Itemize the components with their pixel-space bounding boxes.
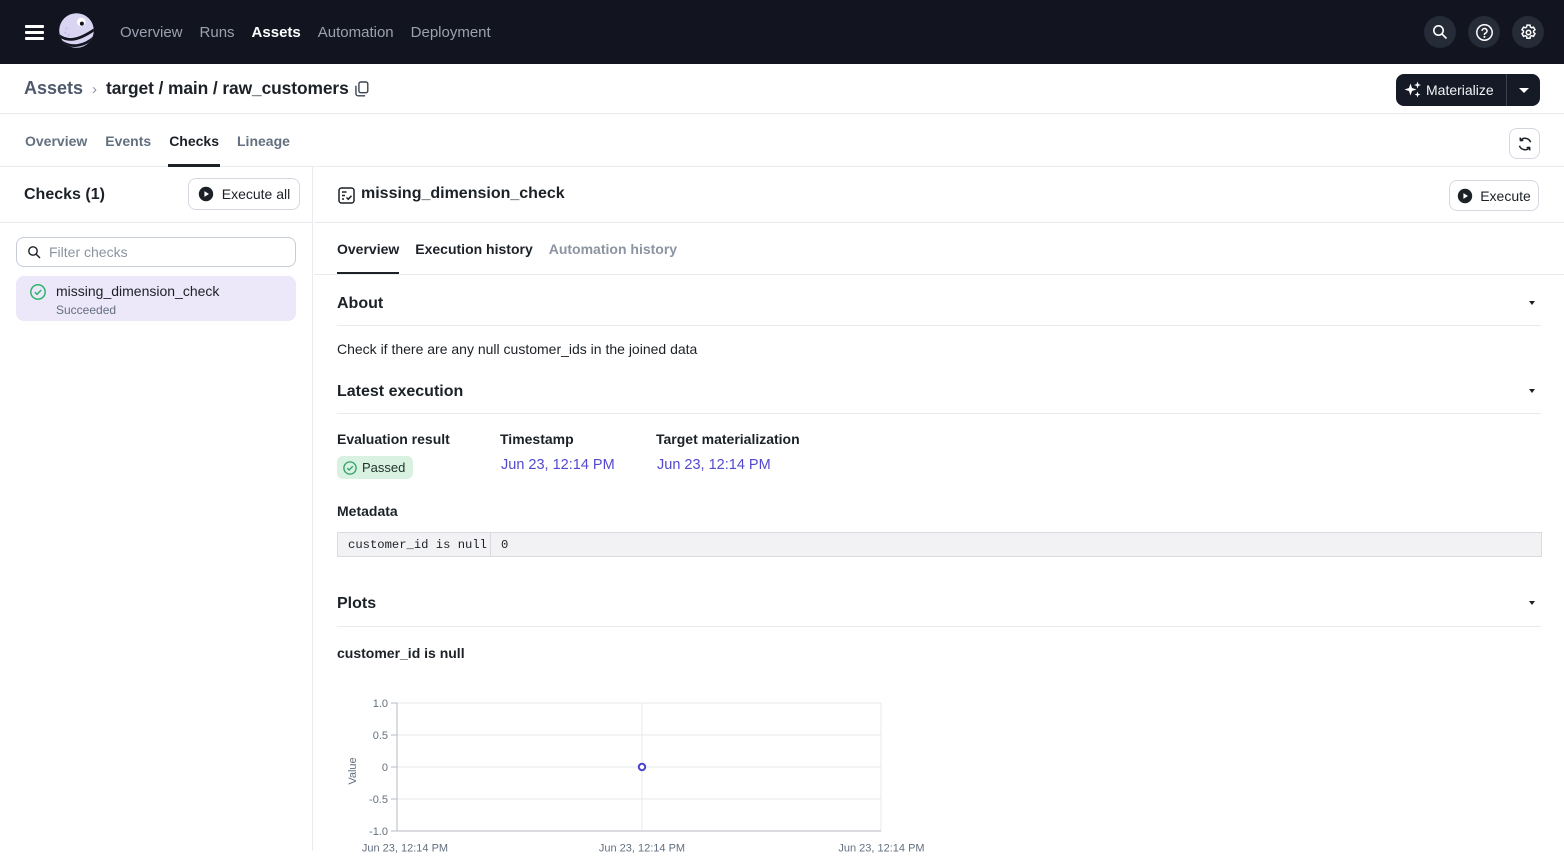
svg-text:-1.0: -1.0 [369, 826, 388, 838]
svg-text:Jun 23, 12:14 PM: Jun 23, 12:14 PM [599, 843, 685, 855]
svg-text:Value: Value [347, 757, 359, 784]
svg-text:0: 0 [382, 762, 388, 774]
svg-text:0.5: 0.5 [373, 730, 388, 742]
svg-text:1.0: 1.0 [373, 698, 388, 710]
svg-text:Jun 23, 12:14 PM: Jun 23, 12:14 PM [362, 843, 448, 855]
svg-text:Jun 23, 12:14 PM: Jun 23, 12:14 PM [838, 843, 924, 855]
svg-text:-0.5: -0.5 [369, 794, 388, 806]
